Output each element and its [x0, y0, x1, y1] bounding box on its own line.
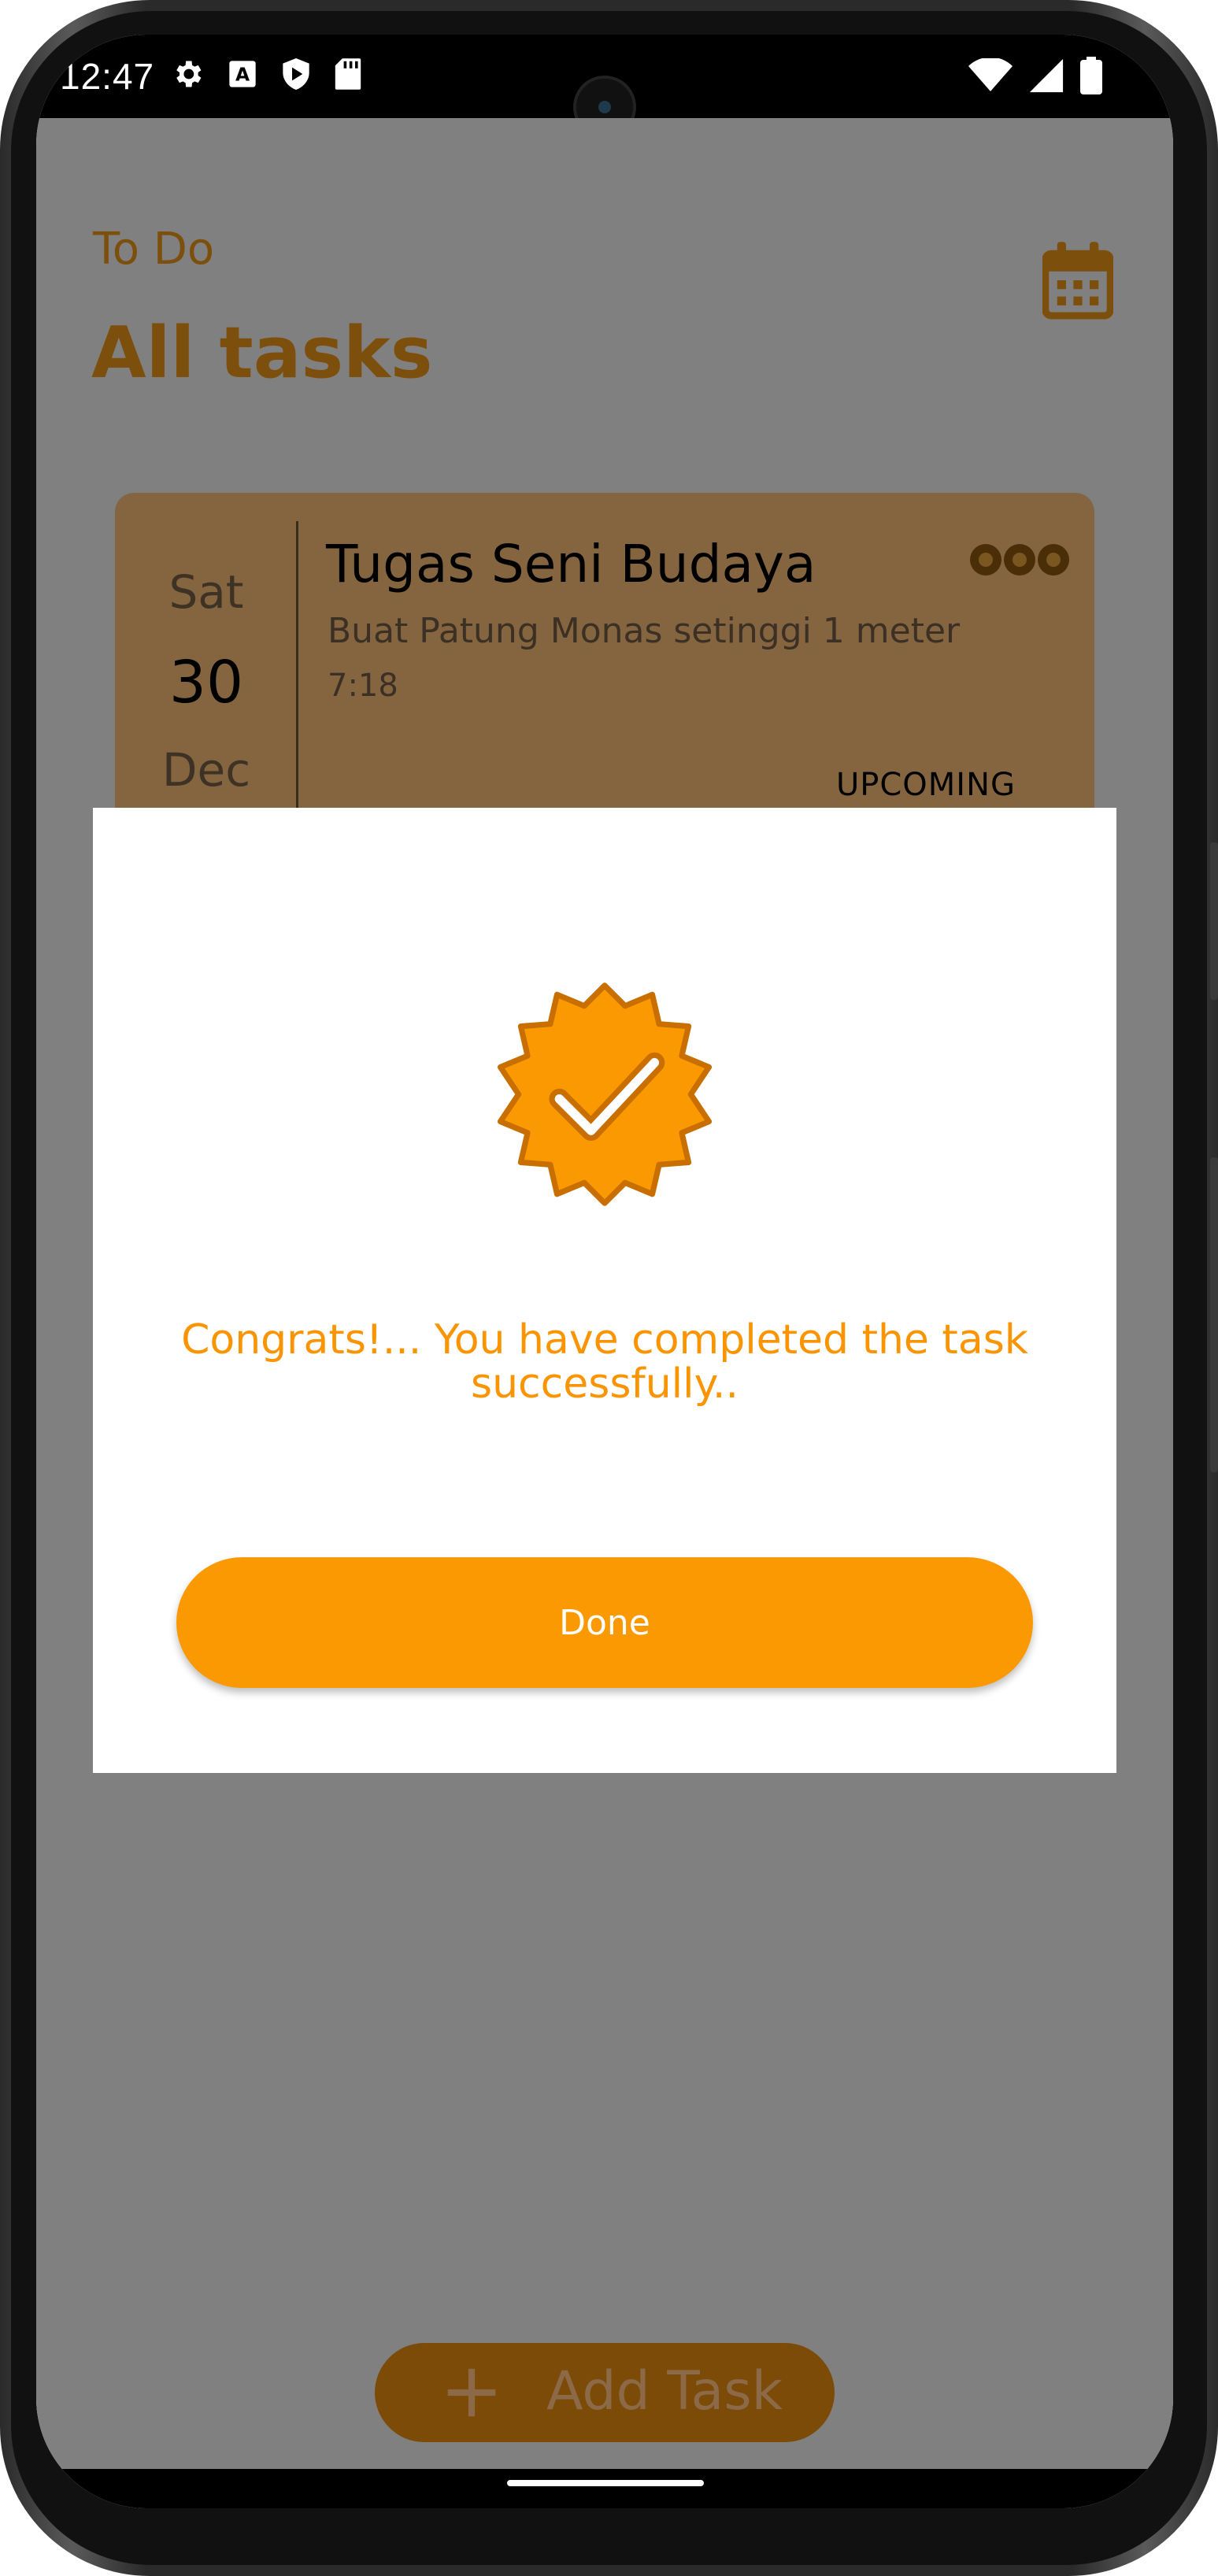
add-task-label: Add Task [546, 2360, 783, 2422]
volume-button [1210, 1157, 1218, 1472]
task-description: Buat Patung Monas setinggi 1 meter [328, 611, 961, 651]
wifi-icon [968, 58, 1013, 91]
power-button [1210, 842, 1218, 1000]
shield-play-icon [283, 58, 309, 90]
add-task-button[interactable]: Add Task [375, 2343, 835, 2442]
task-day: 30 [168, 649, 244, 716]
task-status: UPCOMING [835, 767, 1016, 803]
calendar-icon[interactable] [1042, 241, 1113, 320]
signal-icon [1029, 58, 1064, 93]
task-month: Dec [161, 743, 251, 797]
done-button[interactable]: Done [176, 1557, 1033, 1688]
dialog-message: Congrats!... You have completed the task… [181, 1316, 1028, 1408]
settings-gear-icon [176, 61, 202, 87]
navigation-bar [36, 2469, 1173, 2508]
screen: 12:47 A To Do All tasks Sat 30 Dec Tugas… [36, 35, 1173, 2508]
status-time: 12:47 [60, 56, 155, 97]
task-time: 7:18 [328, 668, 398, 704]
status-bar: 12:47 A [36, 35, 1173, 139]
task-date: Sat 30 Dec [115, 493, 298, 839]
phone-frame: 12:47 A To Do All tasks Sat 30 Dec Tugas… [0, 0, 1218, 2576]
battery-icon [1080, 57, 1102, 94]
svg-text:A: A [235, 63, 250, 85]
font-a-icon: A [229, 61, 256, 87]
more-options-icon[interactable] [968, 540, 1071, 579]
task-card[interactable]: Sat 30 Dec Tugas Seni Budaya Buat Patung… [115, 493, 1094, 839]
home-indicator[interactable] [507, 2480, 704, 2486]
verified-check-badge-icon [497, 983, 713, 1206]
sd-card-icon [335, 58, 361, 90]
task-divider [296, 521, 298, 809]
task-title: Tugas Seni Budaya [326, 534, 816, 594]
page-title: All tasks [91, 312, 433, 394]
app-subtitle: To Do [93, 224, 215, 275]
plus-icon [447, 2368, 496, 2417]
status-icons-right [968, 57, 1102, 94]
success-dialog: Congrats!... You have completed the task… [93, 808, 1116, 1773]
status-icons-left: A [170, 57, 362, 91]
task-day-of-week: Sat [168, 565, 244, 619]
